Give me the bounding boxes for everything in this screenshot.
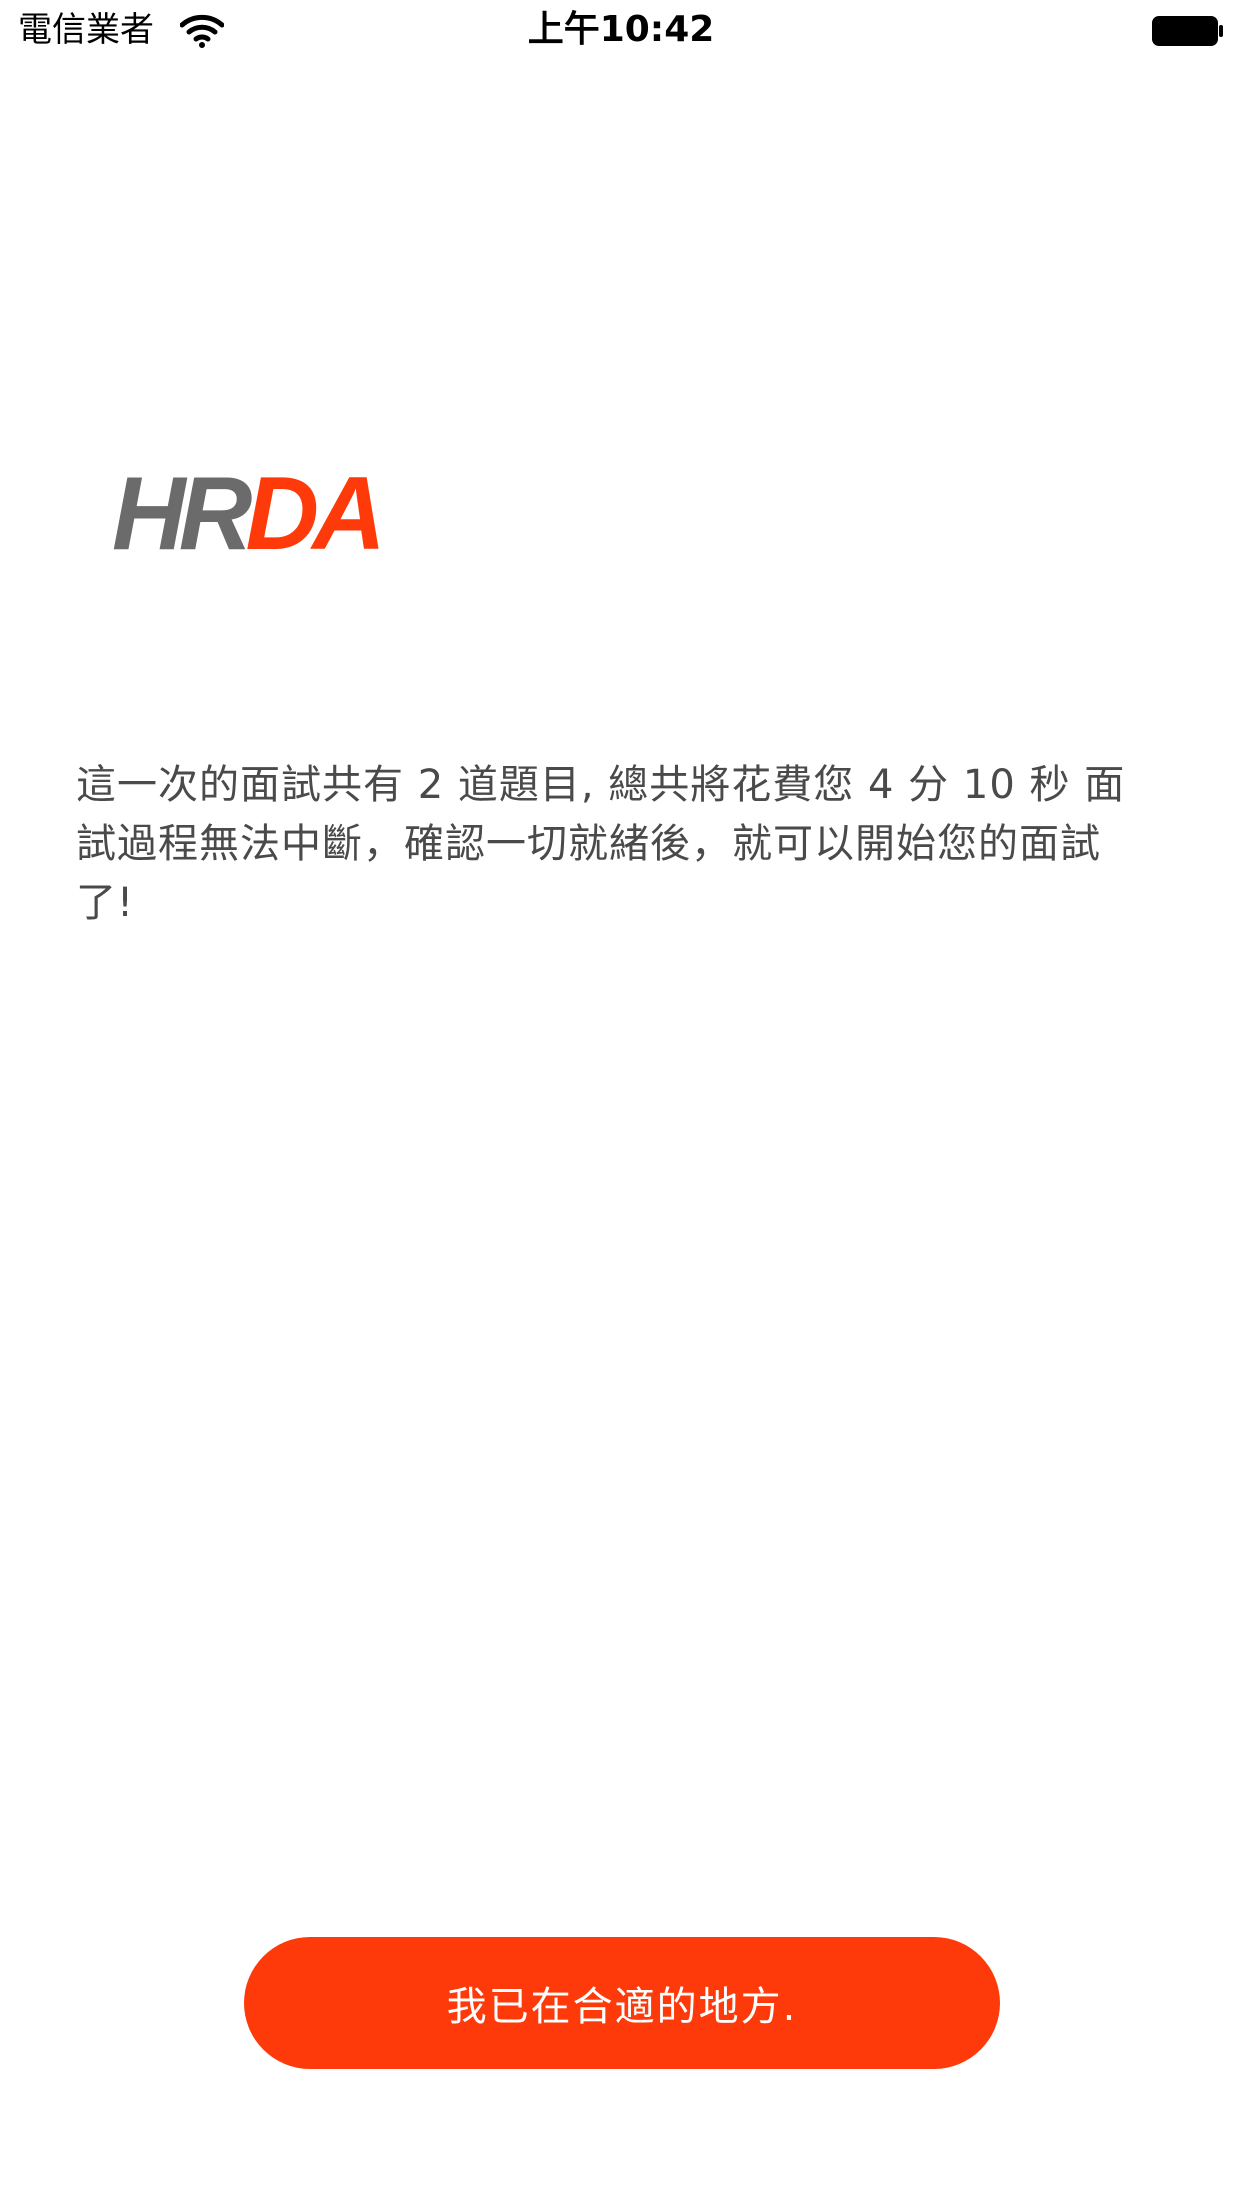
interview-info-message: 這一次的面試共有 2 道題目, 總共將花費您 4 分 10 秒 面試過程無法中斷… [76, 762, 1126, 926]
logo-hr-text: HR [112, 456, 252, 572]
hrda-logo: HRDA [112, 462, 386, 566]
interview-intro-screen: 電信業者 上午10:42 HRDA 這一次的面試共有 2 道題目, 總共將花費您… [0, 0, 1242, 2208]
confirm-ready-button[interactable]: 我已在合適的地方. [244, 1937, 1000, 2069]
logo-da-text: DA [245, 456, 385, 572]
status-time: 上午10:42 [527, 9, 715, 50]
battery-icon [1152, 16, 1224, 46]
status-bar: 電信業者 上午10:42 [0, 0, 1242, 60]
